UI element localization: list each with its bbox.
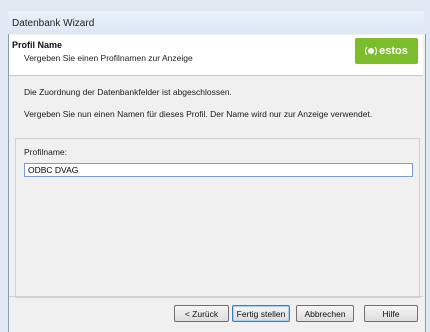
profile-group: [15, 138, 420, 298]
header-subtitle: Vergeben Sie einen Profilnamen zur Anzei…: [24, 53, 193, 63]
cancel-button[interactable]: Abbrechen: [296, 305, 354, 322]
estos-logo: estos: [355, 38, 418, 64]
finish-button[interactable]: Fertig stellen: [232, 305, 290, 322]
profile-name-label: Profilname:: [24, 147, 67, 157]
back-button[interactable]: < Zurück: [174, 305, 229, 322]
background-edge: [0, 0, 8, 332]
profile-name-input[interactable]: [24, 163, 413, 177]
dialog-window: Datenbank Wizard Profil Name Vergeben Si…: [0, 0, 430, 332]
logo-icon: [365, 45, 377, 57]
help-button[interactable]: Hilfe: [364, 305, 418, 322]
info-text-mapping: Die Zuordnung der Datenbankfelder ist ab…: [24, 87, 232, 97]
logo-text: estos: [379, 45, 408, 57]
info-text-name: Vergeben Sie nun einen Namen für dieses …: [24, 109, 373, 119]
button-separator: [9, 296, 423, 297]
header-title: Profil Name: [12, 40, 63, 50]
window-title: Datenbank Wizard: [12, 18, 95, 29]
